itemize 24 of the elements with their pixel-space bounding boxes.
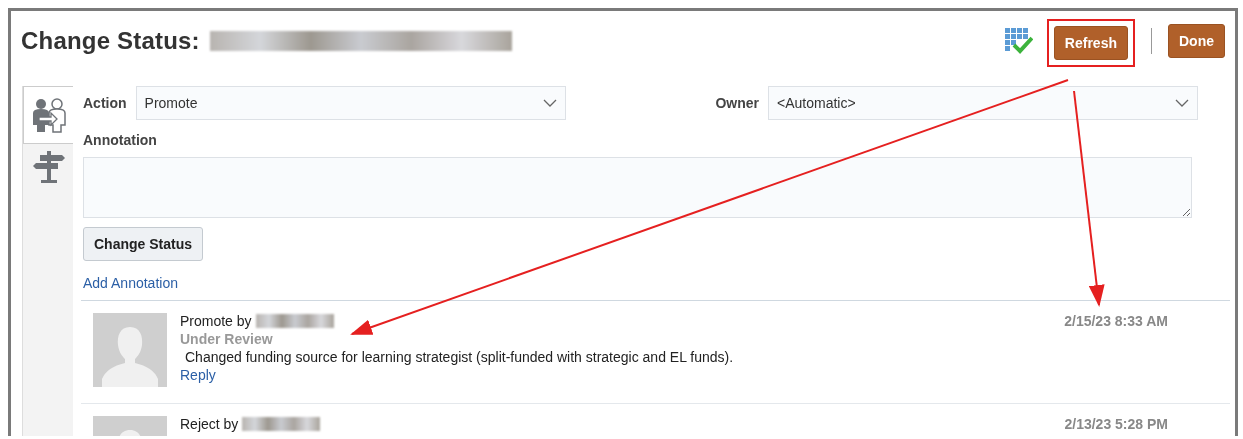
entry-title: Promote by	[180, 313, 252, 329]
signpost-icon	[31, 149, 66, 185]
grid-check-icon[interactable]	[1004, 28, 1033, 54]
people-arrow-icon	[31, 97, 66, 133]
chevron-icon	[542, 98, 557, 108]
toolbar-button[interactable]: Done	[1168, 24, 1225, 58]
entry-date: 2/15/23 8:33 AM	[1064, 313, 1168, 329]
change-status-button[interactable]: Change Status	[83, 227, 203, 261]
chevron-icon	[1175, 98, 1189, 108]
field-label: Action	[83, 95, 127, 111]
toolbar-button[interactable]: Refresh	[1053, 26, 1128, 60]
add-annotation-link[interactable]: Add Annotation	[83, 275, 178, 291]
comment-text: Changed funding source for learning strategist (split-funded with strategic and EL funds).	[184, 349, 735, 365]
entry-date: 2/13/23 5:28 PM	[1064, 416, 1168, 432]
status-label: Under Review	[180, 331, 274, 347]
side-tab[interactable]	[23, 86, 73, 144]
action-dropdown[interactable]: Promote	[135, 86, 566, 120]
owner-dropdown[interactable]: <Automatic>	[768, 86, 1198, 120]
page-title: Change Status:	[21, 27, 200, 55]
field-label: Owner	[715, 95, 759, 111]
field-label: Annotation	[83, 132, 158, 148]
reply-link[interactable]: Reply	[180, 367, 1168, 383]
annotation-field[interactable]	[83, 157, 1192, 218]
entry-title: Reject by	[180, 416, 239, 432]
